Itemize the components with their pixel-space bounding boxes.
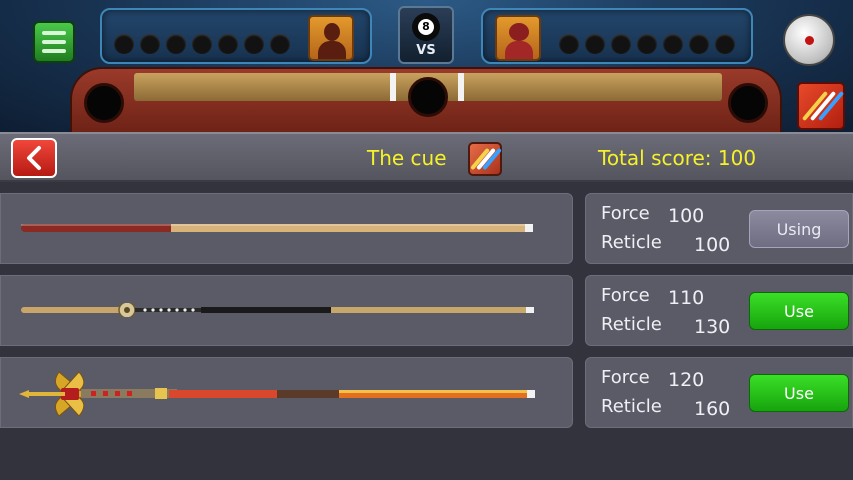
force-value: 100 — [668, 205, 705, 227]
cue-sticks-icon — [468, 142, 502, 176]
player-one-panel — [100, 8, 372, 64]
cue-stick-image — [21, 224, 533, 232]
force-value: 120 — [668, 369, 705, 391]
pocket — [408, 77, 448, 117]
player-two-ball-slots — [559, 34, 735, 54]
reticle-value: 100 — [694, 234, 731, 256]
page-title: The cue — [367, 146, 447, 170]
cue-preview-row — [0, 193, 573, 264]
cue-sticks-icon[interactable] — [797, 82, 845, 130]
force-value: 110 — [668, 287, 705, 309]
player-one-avatar[interactable] — [308, 15, 354, 61]
header-bar: The cue Total score: 100 — [0, 132, 853, 182]
eight-ball-icon: 8 — [412, 12, 440, 41]
reticle-label: Reticle — [601, 396, 662, 417]
player-one-ball-slots — [114, 34, 290, 54]
use-button[interactable]: Use — [749, 292, 849, 330]
player-two-panel — [481, 8, 753, 64]
ball-slot — [715, 34, 735, 54]
ball-slot — [611, 34, 631, 54]
pool-table-rail — [70, 67, 782, 132]
pocket-post — [390, 73, 396, 101]
cue-stick-image — [21, 303, 534, 317]
ball-slot — [585, 34, 605, 54]
reticle-value: 160 — [694, 398, 731, 420]
hamburger-menu-icon[interactable] — [33, 21, 75, 63]
vs-label: VS — [416, 42, 436, 58]
force-label: Force — [601, 203, 650, 224]
ball-slot — [140, 34, 160, 54]
ball-slot — [192, 34, 212, 54]
using-button[interactable]: Using — [749, 210, 849, 248]
ball-slot — [166, 34, 186, 54]
ball-slot — [637, 34, 657, 54]
cue-preview-row — [0, 275, 573, 346]
cue-stats-row: Force 110 Reticle 130 Use — [585, 275, 853, 346]
ball-slot — [689, 34, 709, 54]
force-label: Force — [601, 367, 650, 388]
back-button[interactable] — [11, 138, 57, 178]
force-label: Force — [601, 285, 650, 306]
reticle-label: Reticle — [601, 314, 662, 335]
player-two-avatar[interactable] — [495, 15, 541, 61]
pocket — [728, 83, 768, 123]
ball-slot — [270, 34, 290, 54]
total-score: Total score: 100 — [598, 146, 757, 170]
cue-list: Force 100 Reticle 100 Using Force 110 Re… — [0, 182, 853, 480]
cue-stats-row: Force 100 Reticle 100 Using — [585, 193, 853, 264]
use-button[interactable]: Use — [749, 374, 849, 412]
game-hud: 8 VS — [0, 0, 853, 132]
cue-stick-image — [19, 371, 535, 417]
reticle-label: Reticle — [601, 232, 662, 253]
vs-badge: 8 VS — [398, 6, 454, 64]
pocket — [84, 83, 124, 123]
cue-ball-icon[interactable] — [783, 14, 835, 66]
chevron-left-icon — [27, 146, 41, 170]
ball-slot — [559, 34, 579, 54]
pocket-post — [458, 73, 464, 101]
cue-stats-row: Force 120 Reticle 160 Use — [585, 357, 853, 428]
ball-slot — [114, 34, 134, 54]
ball-slot — [218, 34, 238, 54]
ball-slot — [663, 34, 683, 54]
ball-slot — [244, 34, 264, 54]
cue-preview-row — [0, 357, 573, 428]
reticle-value: 130 — [694, 316, 731, 338]
